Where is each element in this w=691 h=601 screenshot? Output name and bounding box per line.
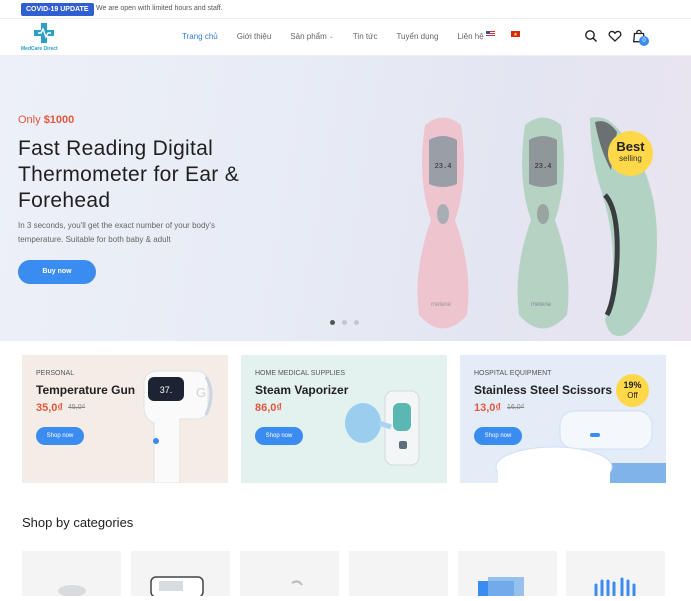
covid-message: We are open with limited hours and staff… — [96, 5, 223, 12]
us-flag-icon[interactable] — [486, 31, 495, 37]
covid-update-badge[interactable]: COVID-19 UPDATE — [21, 3, 94, 16]
category-product-image — [478, 577, 524, 597]
slider-dot-1[interactable] — [330, 320, 335, 325]
category-tile-5[interactable] — [458, 551, 557, 597]
heart-icon[interactable] — [608, 29, 622, 43]
gun-display-reading: 37. — [160, 385, 173, 395]
category-product-image — [291, 580, 303, 586]
temperature-gun-image: 37. G — [143, 370, 213, 483]
main-nav: Trang chủ Giới thiệu Sản phẩm ⌄ Tin tức … — [182, 32, 484, 41]
hero-description: In 3 seconds, you'll get the exact numbe… — [18, 221, 215, 244]
shop-now-button[interactable]: Shop now — [36, 427, 84, 445]
discount-percent: 19% — [623, 380, 642, 390]
promo-product-name: Steam Vaporizer — [255, 383, 349, 397]
nav-item-contact[interactable]: Liên hệ — [457, 32, 483, 41]
pink-brand-text: metene — [431, 302, 452, 308]
promo-price: 86,0₫ — [255, 402, 283, 414]
nav-item-products[interactable]: Sản phẩm — [290, 32, 326, 41]
nav-item-about[interactable]: Giới thiệu — [237, 32, 272, 41]
nav-item-home[interactable]: Trang chủ — [182, 32, 218, 41]
promo-product-name: Temperature Gun — [36, 383, 136, 397]
blood-pressure-monitor-image — [150, 576, 204, 598]
promo-price: 35,0₫ — [36, 402, 64, 414]
top-bar: COVID-19 UPDATE We are open with limited… — [0, 0, 691, 19]
pink-display-reading: 23.4 — [435, 163, 452, 171]
category-tile-2[interactable] — [131, 551, 230, 598]
promo-card-temperature-gun[interactable]: Personal Temperature Gun 35,0₫ 45,0₫ Sho… — [22, 355, 228, 483]
cart-count-badge: 0 — [639, 36, 649, 46]
badge-best-text: Best — [616, 139, 645, 154]
category-product-image — [58, 585, 86, 597]
badge-selling-text: selling — [619, 154, 642, 163]
hero-price: $1000 — [43, 114, 75, 126]
promo-card-steam-vaporizer[interactable]: Home Medical Supplies Steam Vaporizer 86… — [241, 355, 447, 483]
buy-now-button[interactable]: Buy now — [18, 260, 96, 284]
nav-item-news[interactable]: Tin tức — [353, 32, 378, 41]
medical-equipment-image — [495, 410, 666, 483]
green-brand-text: metene — [531, 302, 552, 308]
site-header: MedCare Direct Trang chủ Giới thiệu Sản … — [0, 19, 691, 56]
site-logo[interactable]: MedCare Direct — [21, 22, 71, 54]
promo-category: Personal — [36, 370, 75, 377]
hero-price-line: Only $1000 — [18, 114, 74, 126]
promo-old-price: 45,0₫ — [68, 404, 86, 411]
category-tile-4[interactable] — [349, 551, 448, 596]
best-selling-badge: Best selling — [608, 131, 653, 176]
svg-text:G: G — [196, 385, 206, 400]
vaporizer-image — [345, 390, 420, 466]
hero-only-label: Only — [18, 114, 41, 126]
category-tile-1[interactable] — [22, 551, 121, 597]
section-title-categories: Shop by categories — [22, 515, 134, 530]
chevron-down-icon: ⌄ — [328, 34, 334, 40]
shop-now-button[interactable]: Shop now — [255, 427, 303, 445]
discount-label: Off — [627, 391, 638, 400]
promo-category: Hospital Equipment — [474, 370, 552, 377]
vietnam-flag-icon[interactable] — [511, 31, 520, 37]
category-tile-3[interactable] — [240, 551, 339, 596]
slider-dot-2[interactable] — [342, 320, 347, 325]
hero-title: Fast Reading Digital Thermometer for Ear… — [18, 137, 240, 212]
green-display-reading: 23.4 — [535, 163, 552, 171]
medical-cross-icon — [34, 23, 54, 43]
category-tile-6[interactable] — [566, 551, 665, 597]
logo-text: MedCare Direct — [21, 46, 58, 52]
gloves-image — [594, 577, 636, 597]
promo-category: Home Medical Supplies — [255, 370, 345, 377]
nav-item-careers[interactable]: Tuyển dụng — [396, 32, 438, 41]
discount-badge: 19% Off — [616, 374, 649, 407]
promo-product-name: Stainless Steel Scissors — [474, 383, 613, 397]
slider-dot-3[interactable] — [354, 320, 359, 325]
search-icon[interactable] — [584, 29, 598, 43]
